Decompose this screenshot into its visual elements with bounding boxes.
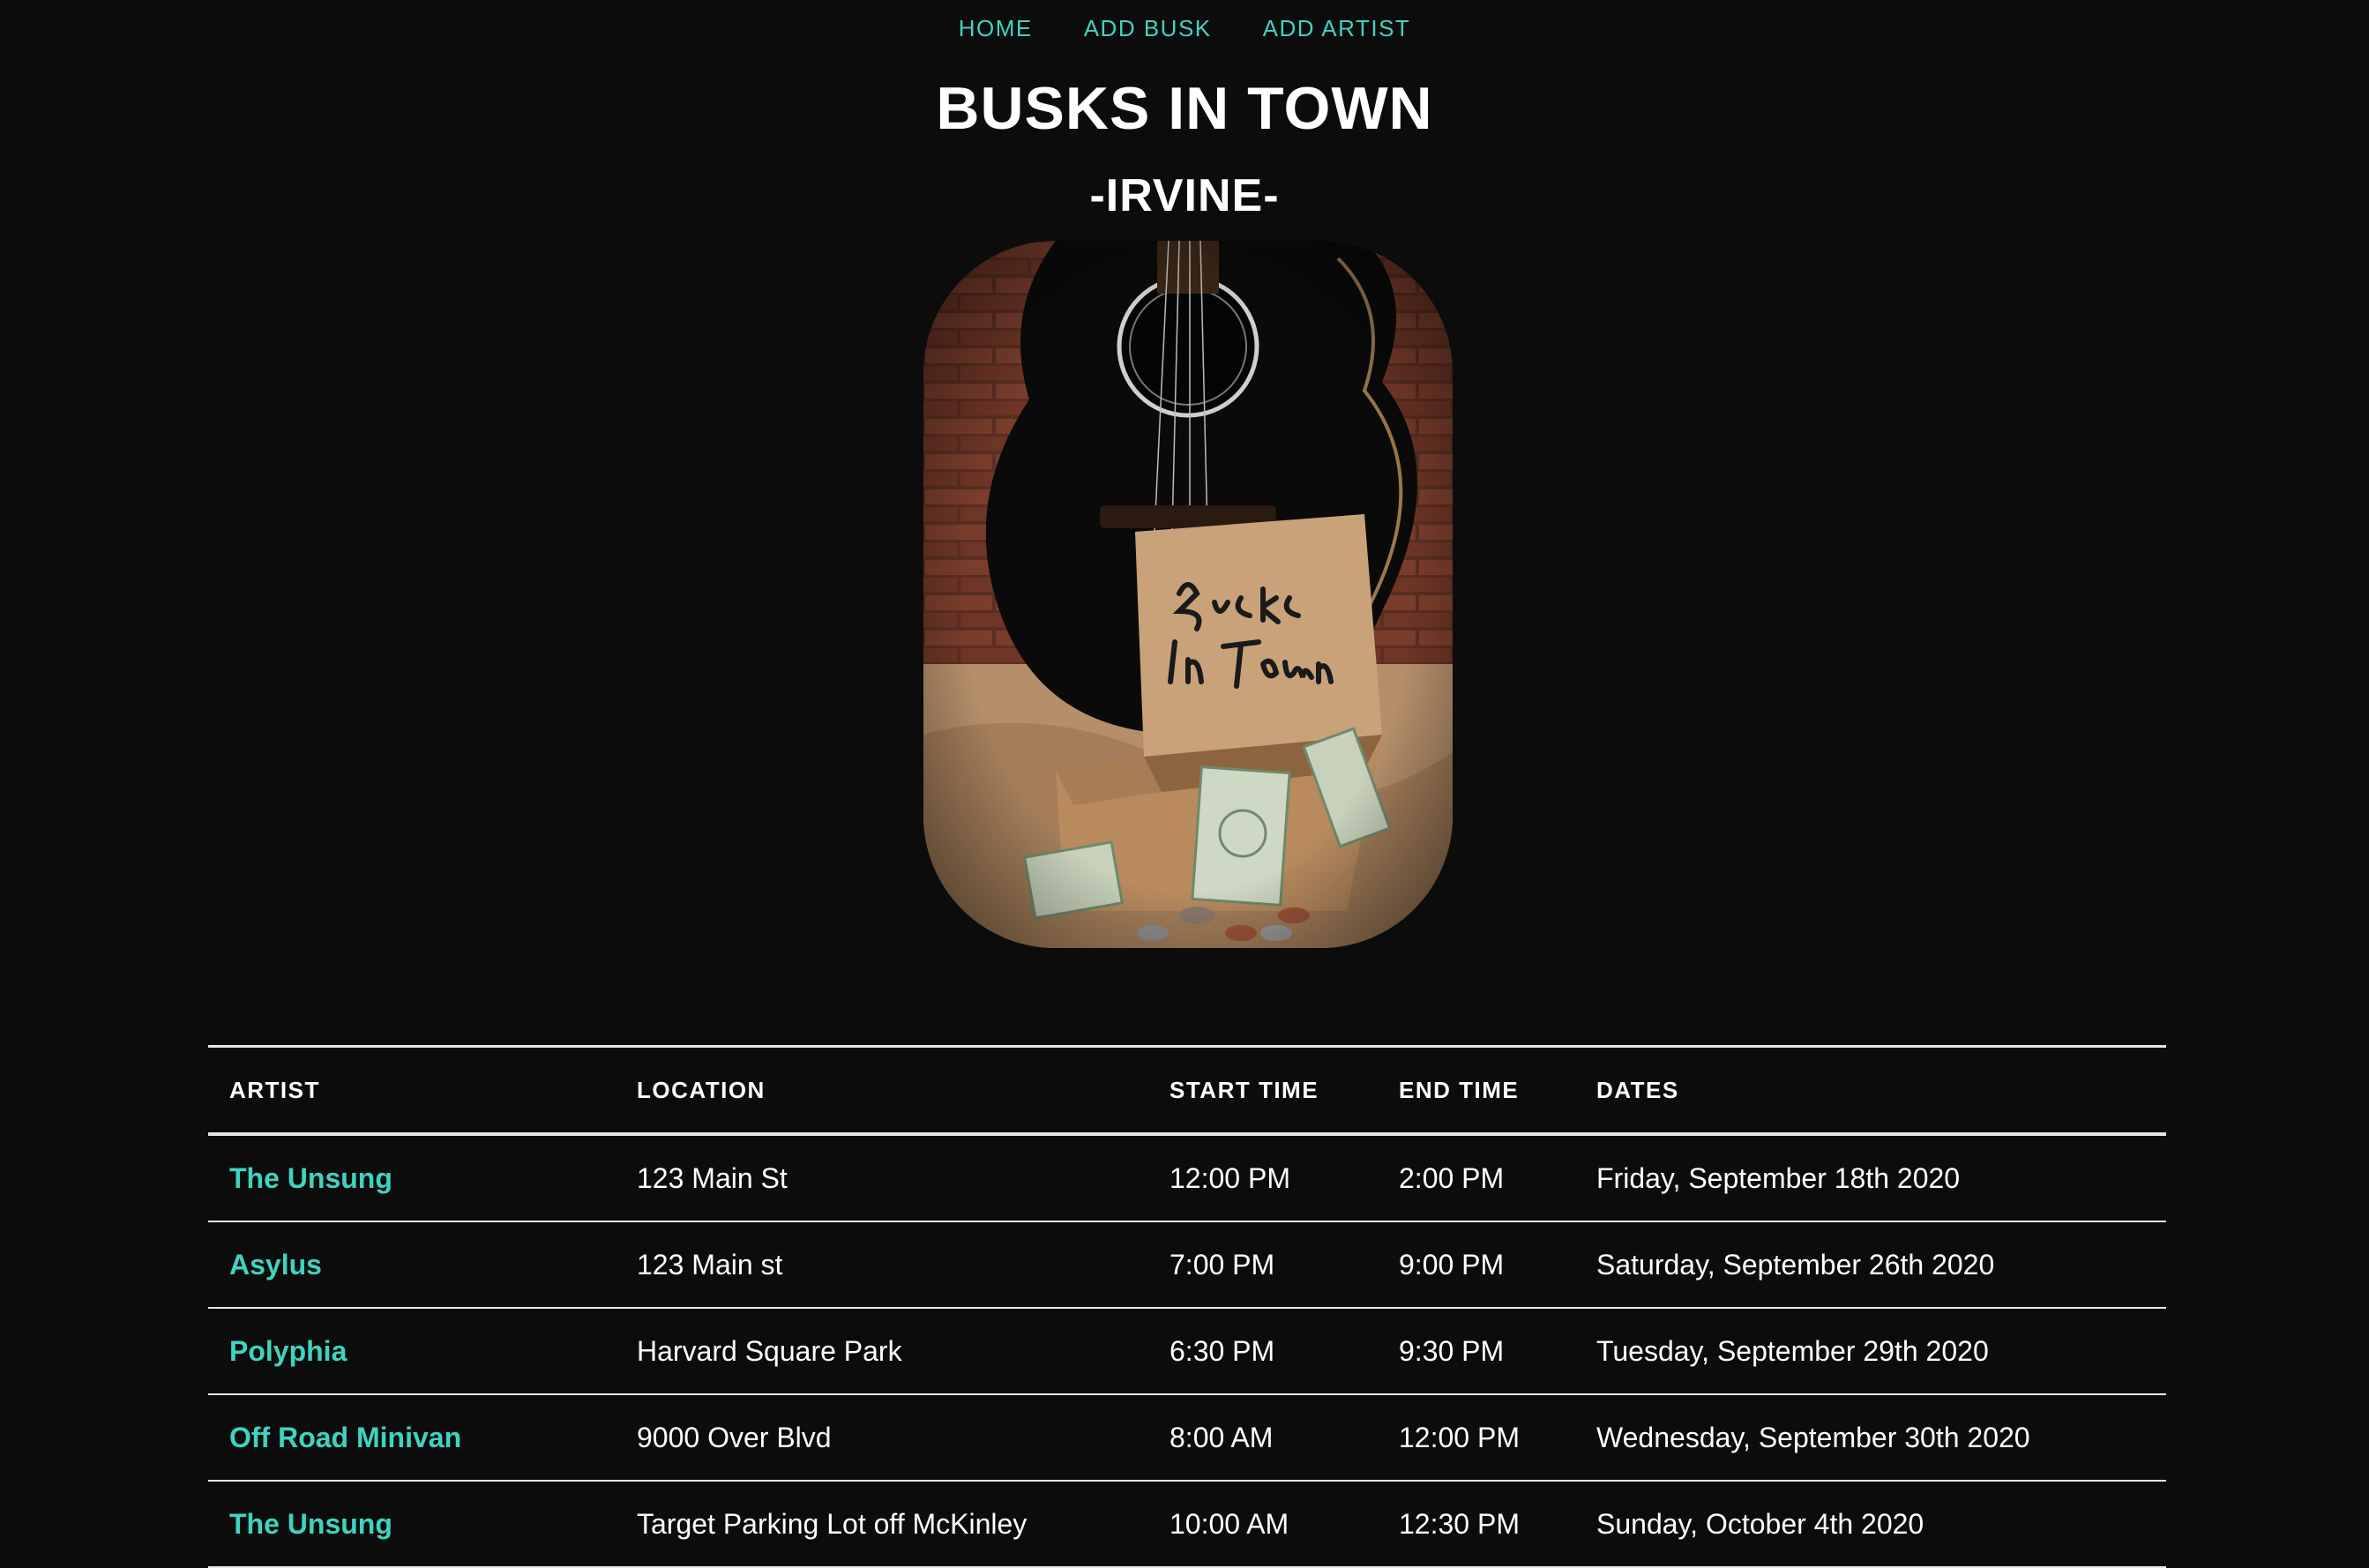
location-cell: 9000 Over Blvd bbox=[616, 1394, 1148, 1482]
end-time-cell: 2:00 PM bbox=[1378, 1134, 1575, 1222]
nav-home-link[interactable]: HOME bbox=[959, 12, 1033, 44]
start-time-cell: 10:00 AM bbox=[1148, 1481, 1378, 1568]
column-header-end-time: END TIME bbox=[1378, 1046, 1575, 1136]
nav-add-busk-link[interactable]: ADD BUSK bbox=[1084, 12, 1212, 44]
end-time-cell: 12:30 PM bbox=[1378, 1481, 1575, 1568]
end-time-cell: 12:00 PM bbox=[1378, 1394, 1575, 1482]
start-time-cell: 6:30 PM bbox=[1148, 1308, 1378, 1395]
artist-link[interactable]: Off Road Minivan bbox=[208, 1394, 616, 1482]
artist-link[interactable]: The Unsung bbox=[208, 1481, 616, 1568]
column-header-dates: DATES bbox=[1575, 1046, 2166, 1136]
city-title: -IRVINE- bbox=[1089, 170, 1280, 221]
artist-link[interactable]: The Unsung bbox=[208, 1134, 616, 1222]
page: HOME ADD BUSK ADD ARTIST BUSKS IN TOWN -… bbox=[0, 0, 2369, 1568]
page-title: BUSKS IN TOWN bbox=[936, 75, 1433, 142]
table-row: Off Road Minivan 9000 Over Blvd 8:00 AM … bbox=[208, 1394, 2166, 1482]
table-row: The Unsung Target Parking Lot off McKinl… bbox=[208, 1481, 2166, 1568]
busks-table: ARTIST LOCATION START TIME END TIME DATE… bbox=[208, 1045, 2166, 1568]
location-cell: 123 Main St bbox=[616, 1134, 1148, 1222]
end-time-cell: 9:00 PM bbox=[1378, 1221, 1575, 1309]
location-cell: Harvard Square Park bbox=[616, 1308, 1148, 1395]
column-header-location: LOCATION bbox=[616, 1046, 1148, 1136]
table-header-row: ARTIST LOCATION START TIME END TIME DATE… bbox=[208, 1046, 2166, 1136]
table-row: Polyphia Harvard Square Park 6:30 PM 9:3… bbox=[208, 1308, 2166, 1395]
artist-link[interactable]: Asylus bbox=[208, 1221, 616, 1309]
hero-image bbox=[923, 241, 1453, 948]
location-cell: 123 Main st bbox=[616, 1221, 1148, 1309]
date-cell: Wednesday, September 30th 2020 bbox=[1575, 1394, 2166, 1482]
top-nav: HOME ADD BUSK ADD ARTIST bbox=[0, 12, 2369, 44]
column-header-start-time: START TIME bbox=[1148, 1046, 1378, 1136]
table-row: Asylus 123 Main st 7:00 PM 9:00 PM Satur… bbox=[208, 1221, 2166, 1309]
nav-add-artist-link[interactable]: ADD ARTIST bbox=[1263, 12, 1411, 44]
date-cell: Friday, September 18th 2020 bbox=[1575, 1134, 2166, 1222]
date-cell: Tuesday, September 29th 2020 bbox=[1575, 1308, 2166, 1395]
start-time-cell: 7:00 PM bbox=[1148, 1221, 1378, 1309]
location-cell: Target Parking Lot off McKinley bbox=[616, 1481, 1148, 1568]
start-time-cell: 12:00 PM bbox=[1148, 1134, 1378, 1222]
end-time-cell: 9:30 PM bbox=[1378, 1308, 1575, 1395]
date-cell: Sunday, October 4th 2020 bbox=[1575, 1481, 2166, 1568]
date-cell: Saturday, September 26th 2020 bbox=[1575, 1221, 2166, 1309]
artist-link[interactable]: Polyphia bbox=[208, 1308, 616, 1395]
start-time-cell: 8:00 AM bbox=[1148, 1394, 1378, 1482]
table-row: The Unsung 123 Main St 12:00 PM 2:00 PM … bbox=[208, 1134, 2166, 1222]
column-header-artist: ARTIST bbox=[208, 1046, 616, 1136]
